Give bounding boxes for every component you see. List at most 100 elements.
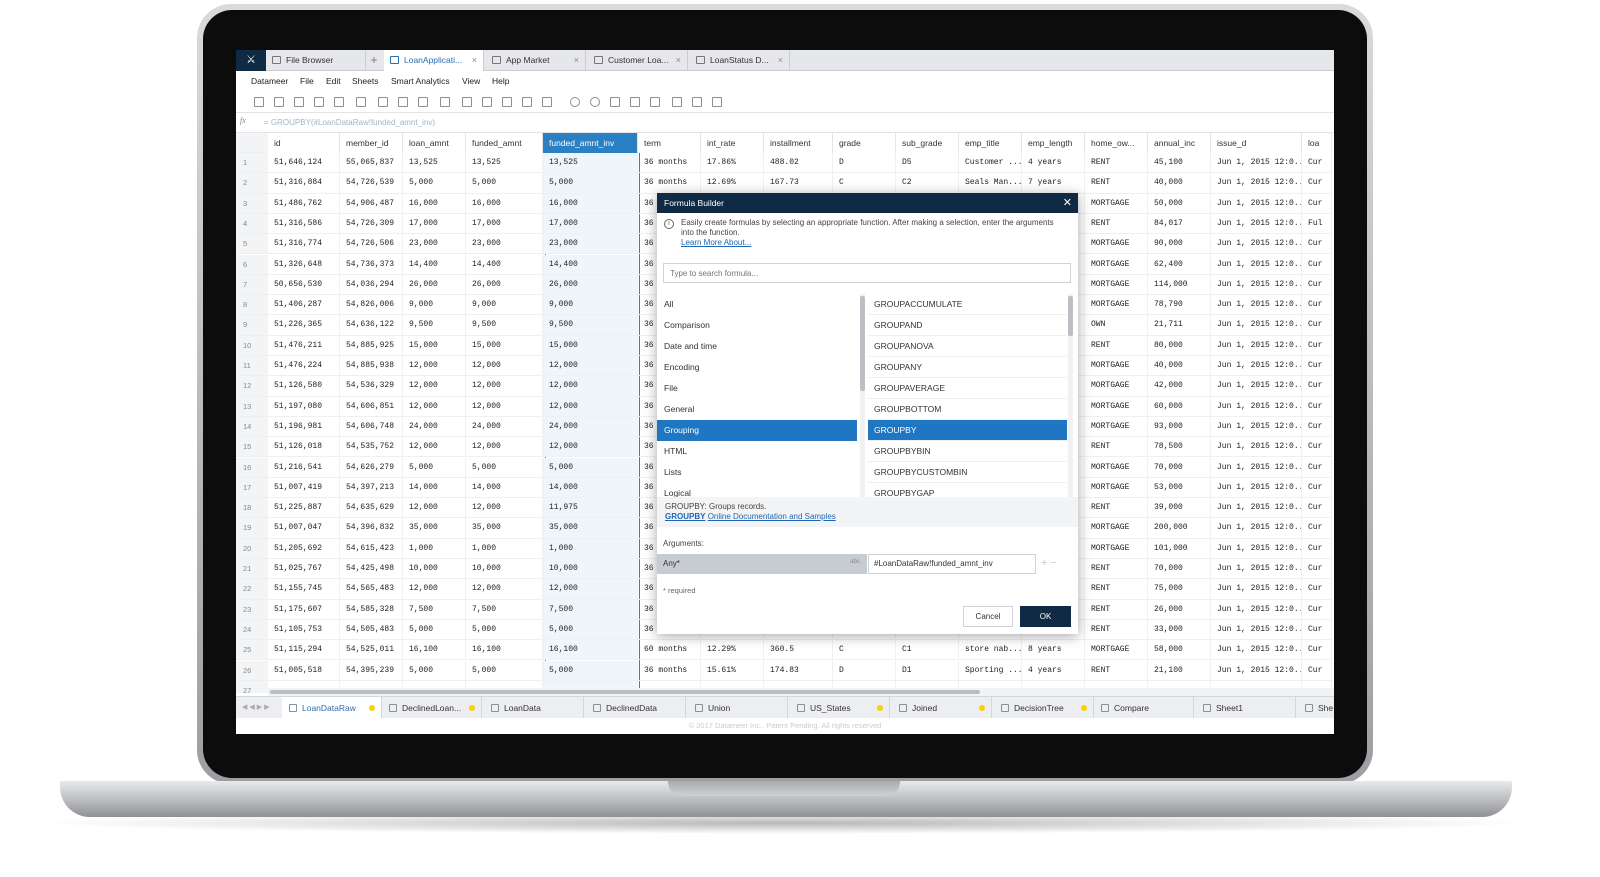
table-cell[interactable]: 23,000 — [543, 234, 638, 255]
close-icon[interactable]: × — [574, 50, 579, 71]
table-cell[interactable]: 1,000 — [543, 538, 638, 559]
table-cell[interactable]: Cur — [1302, 538, 1332, 559]
table-cell[interactable]: Cur — [1302, 619, 1332, 641]
table-cell[interactable]: RENT — [1085, 213, 1148, 235]
table-cell[interactable]: 51,115,294 — [268, 640, 340, 661]
table-cell[interactable]: MORTGAGE — [1085, 295, 1148, 316]
table-cell[interactable]: 5,000 — [403, 173, 466, 194]
table-cell[interactable]: MORTGAGE — [1085, 518, 1148, 539]
column-header-loa[interactable]: loa — [1302, 133, 1332, 153]
table-cell[interactable]: Jun 1, 2015 12:0... — [1211, 660, 1302, 681]
table-cell[interactable]: Jun 1, 2015 12:0... — [1211, 559, 1302, 580]
row-number[interactable]: 2 — [236, 173, 268, 194]
function-item[interactable]: GROUPANOVA — [868, 336, 1067, 357]
argument-value-input[interactable]: #LoanDataRaw!funded_amnt_inv — [868, 554, 1036, 574]
table-cell[interactable]: 70,000 — [1148, 559, 1211, 580]
table-cell[interactable]: Ful — [1302, 213, 1332, 235]
table-cell[interactable]: 54,636,122 — [340, 315, 403, 336]
sheet-tab[interactable]: DeclinedData — [586, 697, 686, 719]
row-number[interactable]: 6 — [236, 254, 268, 275]
table-cell[interactable]: Cur — [1302, 396, 1332, 417]
function-item[interactable]: GROUPBOTTOM — [868, 399, 1067, 420]
table-cell[interactable]: 4 years — [1022, 660, 1085, 681]
table-cell[interactable]: 5,000 — [543, 457, 638, 478]
table-cell[interactable]: Jun 1, 2015 12:0... — [1211, 579, 1302, 600]
table-cell[interactable]: 9,000 — [466, 295, 543, 316]
table-cell[interactable]: MORTGAGE — [1085, 356, 1148, 377]
table-cell[interactable]: MORTGAGE — [1085, 254, 1148, 275]
row-number[interactable]: 4 — [236, 213, 268, 235]
table-cell[interactable]: 12,000 — [403, 376, 466, 397]
table-cell[interactable]: 14,000 — [403, 477, 466, 499]
table-cell[interactable]: 9,000 — [403, 295, 466, 316]
category-item[interactable]: HTML — [657, 441, 857, 462]
table-cell[interactable]: 12,000 — [403, 437, 466, 458]
category-item[interactable]: File — [657, 378, 857, 399]
table-cell[interactable]: 51,126,018 — [268, 437, 340, 458]
table-cell[interactable]: 78,790 — [1148, 295, 1211, 316]
split-icon[interactable] — [672, 97, 682, 107]
column-header-term[interactable]: term — [638, 133, 701, 153]
table-cell[interactable]: Jun 1, 2015 12:0... — [1211, 619, 1302, 641]
table-cell[interactable]: 36 months — [638, 660, 701, 681]
table-cell[interactable]: 54,615,423 — [340, 538, 403, 559]
table-cell[interactable]: 54,635,629 — [340, 498, 403, 519]
table-cell[interactable]: Cur — [1302, 559, 1332, 580]
function-item[interactable]: GROUPBYCUSTOMBIN — [868, 462, 1067, 483]
table-cell[interactable]: 12,000 — [403, 498, 466, 519]
category-item[interactable]: All — [657, 294, 857, 315]
table-cell[interactable]: RENT — [1085, 579, 1148, 600]
table-cell[interactable]: 51,126,580 — [268, 376, 340, 397]
table-cell[interactable]: 51,205,692 — [268, 538, 340, 559]
table-cell[interactable]: 84,017 — [1148, 213, 1211, 235]
table-cell[interactable]: RENT — [1085, 619, 1148, 641]
table-cell[interactable]: Jun 1, 2015 12:0... — [1211, 295, 1302, 316]
row-number[interactable]: 19 — [236, 518, 268, 539]
table-cell[interactable]: 14,000 — [543, 477, 638, 499]
table-cell[interactable]: Sporting ... — [959, 660, 1022, 681]
table-cell[interactable]: 54,396,832 — [340, 518, 403, 539]
table-cell[interactable]: 5,000 — [543, 660, 638, 681]
function-item[interactable]: GROUPACCUMULATE — [868, 294, 1067, 315]
table-cell[interactable]: 13,525 — [543, 153, 638, 174]
row-number[interactable]: 13 — [236, 396, 268, 417]
table-cell[interactable]: 12,000 — [543, 579, 638, 600]
table-cell[interactable]: 54,885,938 — [340, 356, 403, 377]
table-cell[interactable]: 5,000 — [403, 619, 466, 641]
column-header-issue_d[interactable]: issue_d — [1211, 133, 1302, 153]
table-cell[interactable]: 24,000 — [466, 416, 543, 438]
row-number[interactable]: 26 — [236, 660, 268, 681]
table-cell[interactable]: Cur — [1302, 274, 1332, 296]
table-cell[interactable]: 12,000 — [466, 579, 543, 600]
table-cell[interactable]: D1 — [896, 660, 959, 681]
table-cell[interactable]: 54,397,213 — [340, 477, 403, 499]
table-cell[interactable]: 5,000 — [403, 660, 466, 681]
table-cell[interactable]: MORTGAGE — [1085, 193, 1148, 214]
table-cell[interactable]: 15.61% — [701, 660, 764, 681]
table-cell[interactable]: 167.73 — [764, 173, 833, 194]
table-cell[interactable]: Jun 1, 2015 12:0... — [1211, 193, 1302, 214]
table-cell[interactable]: 54,726,506 — [340, 234, 403, 255]
table-cell[interactable]: 80,000 — [1148, 335, 1211, 356]
table-cell[interactable]: Cur — [1302, 437, 1332, 458]
table-cell[interactable]: 90,000 — [1148, 234, 1211, 255]
row-number[interactable]: 11 — [236, 356, 268, 377]
table-cell[interactable]: 9,500 — [403, 315, 466, 336]
column-header-emp_title[interactable]: emp_title — [959, 133, 1022, 153]
table-cell[interactable]: 78,500 — [1148, 437, 1211, 458]
argument-type-icon[interactable]: abc — [849, 559, 861, 569]
function-item[interactable]: GROUPANY — [868, 357, 1067, 378]
function-item[interactable]: GROUPAND — [868, 315, 1067, 336]
join-icon[interactable] — [418, 97, 428, 107]
table-cell[interactable]: 35,000 — [403, 518, 466, 539]
menu-datameer[interactable]: Datameer — [251, 76, 288, 86]
row-number[interactable]: 10 — [236, 335, 268, 356]
sheet-tab[interactable]: Compare — [1094, 697, 1194, 719]
table-cell[interactable]: 10,000 — [403, 559, 466, 580]
table-cell[interactable]: 12,000 — [466, 396, 543, 417]
table-cell[interactable]: 51,225,887 — [268, 498, 340, 519]
table-cell[interactable]: Jun 1, 2015 12:0... — [1211, 376, 1302, 397]
table-cell[interactable]: 12,000 — [543, 376, 638, 397]
table-cell[interactable]: MORTGAGE — [1085, 640, 1148, 661]
table-cell[interactable]: MORTGAGE — [1085, 538, 1148, 559]
